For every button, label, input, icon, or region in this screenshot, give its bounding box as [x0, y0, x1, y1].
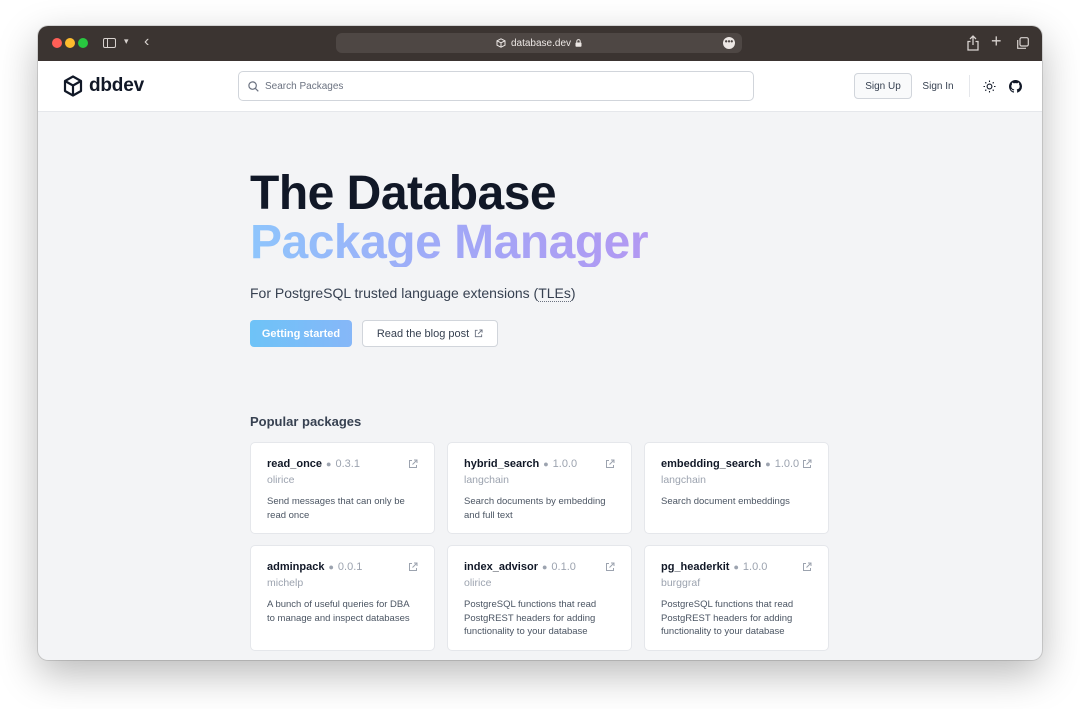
package-name: embedding_search [661, 458, 762, 470]
back-icon[interactable]: ‹ [144, 33, 149, 51]
package-version: 0.3.1 [335, 458, 360, 470]
package-description: Search document embeddings [661, 496, 790, 507]
external-link-icon[interactable] [408, 459, 418, 469]
sign-in-button[interactable]: Sign In [918, 73, 958, 99]
package-description: Send messages that can only be read once [267, 496, 405, 521]
getting-started-button[interactable]: Getting started [250, 320, 352, 347]
package-card[interactable]: embedding_search ● 1.0.0 langchain Search … [644, 442, 829, 534]
separator-dot: ● [733, 562, 739, 572]
package-card[interactable]: adminpack ● 0.0.1 michelp A bunch of usefu… [250, 545, 435, 651]
package-name: read_once [267, 458, 323, 470]
package-author: langchain [661, 474, 706, 486]
separator-dot: ● [765, 459, 771, 469]
sun-icon[interactable] [983, 80, 996, 93]
share-icon[interactable] [966, 35, 980, 51]
search-input[interactable] [265, 80, 725, 92]
external-link-icon[interactable] [605, 562, 615, 572]
browser-window: ▾ ‹ database.dev ••• + dbdev Search Pack… [38, 26, 1042, 660]
blog-post-button[interactable]: Read the blog post [362, 320, 498, 347]
close-window-button[interactable] [52, 38, 62, 48]
hero-subtitle: For PostgreSQL trusted language extensio… [250, 285, 576, 302]
hero-title: The Database Package Manager [250, 167, 649, 269]
more-icon[interactable]: ••• [723, 37, 735, 49]
package-name: pg_headerkit [661, 561, 730, 573]
search-icon [248, 80, 259, 92]
package-author: michelp [267, 577, 304, 589]
package-author: olirice [267, 474, 295, 486]
package-card[interactable]: read_once ● 0.3.1 olirice Send messages th… [250, 442, 435, 534]
package-description: PostgreSQL functions that read PostgREST… [661, 599, 794, 637]
package-description: PostgreSQL functions that read PostgREST… [464, 599, 597, 637]
sidebar-icon[interactable] [103, 38, 116, 48]
search-box[interactable] [238, 71, 754, 101]
package-version: 1.0.0 [552, 458, 578, 470]
package-version: 0.1.0 [551, 561, 576, 573]
package-version: 0.0.1 [337, 561, 363, 573]
blog-post-label: Read the blog post [376, 327, 470, 340]
hero-subtitle-prefix: For PostgreSQL trusted language extensio… [250, 285, 539, 301]
separator-dot: ● [326, 459, 332, 469]
logo-icon [63, 75, 83, 97]
hero-subtitle-suffix: ) [570, 285, 576, 301]
logo-text: dbdev [89, 75, 144, 96]
external-link-icon[interactable] [802, 562, 812, 572]
separator-dot: ● [541, 562, 548, 572]
package-description: Search documents by embedding and full t… [464, 496, 606, 521]
tle-abbreviation[interactable]: TLEs [538, 285, 571, 302]
package-author: burggraf [661, 577, 701, 589]
package-version: 1.0.0 [774, 458, 800, 470]
package-version: 1.0.0 [742, 561, 768, 573]
sign-up-button[interactable]: Sign Up [854, 73, 912, 99]
plus-icon[interactable]: + [991, 31, 1002, 52]
lock-icon [575, 39, 582, 47]
url-text: database.dev [510, 37, 572, 49]
package-description: A bunch of useful queries for DBA to man… [267, 599, 410, 624]
package-author: langchain [464, 474, 509, 486]
package-card[interactable]: hybrid_search ● 1.0.0 langchain Search doc… [447, 442, 632, 534]
fullscreen-window-button[interactable] [78, 38, 88, 48]
package-name: hybrid_search [464, 458, 540, 470]
site-header: dbdev Sign Up Sign In [38, 61, 1042, 112]
package-name: adminpack [267, 561, 325, 573]
github-icon[interactable] [1009, 80, 1022, 93]
package-card[interactable]: pg_headerkit ● 1.0.0 burggraf PostgreSQL f… [644, 545, 829, 651]
hero-title-line-2: Package Manager [250, 216, 649, 269]
tabs-icon[interactable] [1017, 37, 1029, 49]
separator-dot: ● [328, 562, 334, 572]
external-link-icon[interactable] [605, 459, 615, 469]
external-link-icon [475, 329, 483, 338]
minimize-window-button[interactable] [65, 38, 75, 48]
package-card[interactable]: index_advisor ● 0.1.0 olirice PostgreSQL f… [447, 545, 632, 651]
popular-packages-heading: Popular packages [250, 414, 362, 429]
shield-icon [496, 38, 506, 48]
browser-toolbar: ▾ ‹ database.dev ••• + [38, 26, 1042, 61]
package-author: olirice [464, 577, 492, 589]
logo[interactable]: dbdev [63, 75, 144, 97]
external-link-icon[interactable] [802, 459, 812, 469]
external-link-icon[interactable] [408, 562, 418, 572]
chevron-down-icon[interactable]: ▾ [124, 36, 129, 47]
hero-title-line-1: The Database [250, 167, 557, 220]
header-divider [969, 75, 970, 97]
package-name: index_advisor [464, 561, 538, 573]
address-bar[interactable]: database.dev ••• [336, 33, 742, 53]
separator-dot: ● [543, 459, 549, 469]
